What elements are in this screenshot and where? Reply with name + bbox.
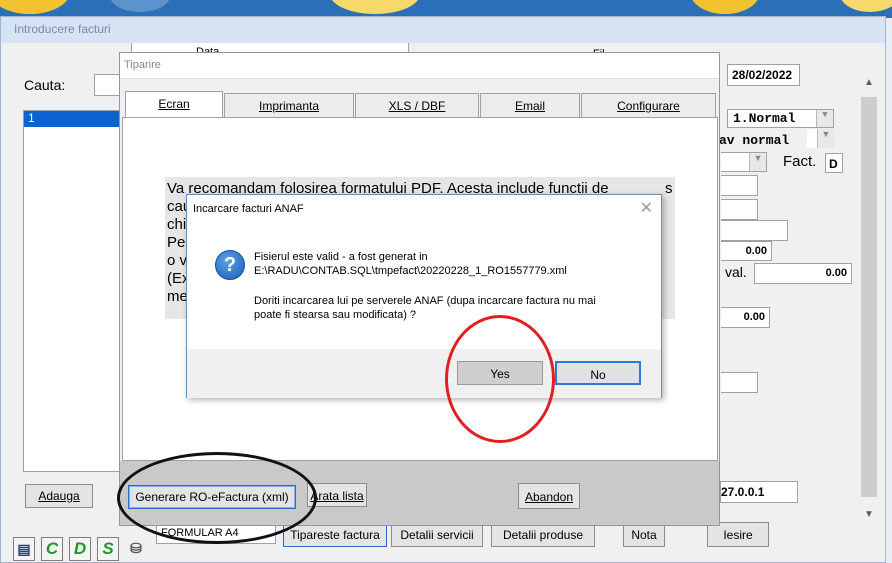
no-button[interactable]: No xyxy=(555,361,641,385)
d-icon[interactable]: D xyxy=(69,537,91,561)
input-field[interactable] xyxy=(721,199,758,220)
background-shape xyxy=(330,0,420,14)
tab-xls-dbf[interactable]: XLS / DBF xyxy=(355,93,479,117)
date-field[interactable]: 28/02/2022 xyxy=(727,64,800,86)
search-label: Cauta: xyxy=(24,77,66,93)
tab-label: XLS / DBF xyxy=(388,99,446,113)
scrollbar-thumb[interactable] xyxy=(861,97,877,497)
question-icon: ? xyxy=(215,250,245,280)
background-shape xyxy=(690,0,760,14)
val-label: val. xyxy=(725,264,747,280)
id-card-icon[interactable]: ▤ xyxy=(13,537,35,561)
val-amount-field[interactable]: 0.00 xyxy=(754,263,852,284)
abandon-button[interactable]: Abandon xyxy=(518,483,580,509)
tab-configurare[interactable]: Configurare xyxy=(581,93,716,117)
c-icon[interactable]: C xyxy=(41,537,63,561)
chevron-down-icon[interactable]: ▼ xyxy=(749,153,766,171)
chevron-down-icon[interactable]: ▼ xyxy=(816,110,833,127)
message-line: poate fi stearsa sau modificata) ? xyxy=(254,309,417,321)
combo-3[interactable]: ▼ xyxy=(721,152,767,172)
input-field[interactable] xyxy=(721,372,758,393)
black-highlight-circle xyxy=(117,452,317,544)
tab-label: Configurare xyxy=(617,99,680,113)
add-button[interactable]: Adauga xyxy=(25,484,93,508)
input-field[interactable] xyxy=(721,175,758,196)
tab-label: Imprimanta xyxy=(258,99,320,113)
message-line: Doriti incarcarea lui pe serverele ANAF … xyxy=(254,295,596,307)
anaf-upload-dialog: Incarcare facturi ANAF ✕ ? Fisierul este… xyxy=(186,194,662,398)
chevron-down-icon[interactable]: ▼ xyxy=(860,509,878,520)
window-title: Introducere facturi xyxy=(1,17,885,43)
tab-imprimanta[interactable]: Imprimanta xyxy=(224,93,354,117)
amount-field[interactable]: 0.00 xyxy=(721,307,770,328)
stamp-icon[interactable]: ⛁ xyxy=(125,537,147,561)
type-combo[interactable]: 1.Normal ▼ xyxy=(727,109,834,128)
dialog-footer: Yes No xyxy=(187,349,661,398)
add-button-label: Adauga xyxy=(38,489,80,503)
close-icon[interactable]: ✕ xyxy=(640,198,653,218)
vertical-scrollbar[interactable]: ▲ ▼ xyxy=(860,75,878,523)
tab-ecran[interactable]: Ecran xyxy=(125,91,223,118)
category-combo-value: av normal xyxy=(719,133,790,148)
print-window-title: Tiparire xyxy=(120,53,719,79)
list-item-selected[interactable]: 1 xyxy=(24,111,122,127)
abandon-label: Abandon xyxy=(524,490,574,504)
show-list-label: Arata lista xyxy=(310,489,364,503)
dialog-title: Incarcare facturi ANAF xyxy=(193,203,304,215)
tab-label: Email xyxy=(514,99,545,113)
amount-field[interactable]: 0.00 xyxy=(721,241,772,261)
chevron-down-icon[interactable]: ▼ xyxy=(817,129,834,148)
tab-label: Ecran xyxy=(158,97,190,111)
s-icon[interactable]: S xyxy=(97,537,119,561)
invoice-list[interactable]: 1 xyxy=(23,110,123,472)
file-path: E:\RADU\CONTAB.SQL\tmpefact\20220228_1_R… xyxy=(254,265,567,277)
background-shape xyxy=(0,0,70,14)
input-field[interactable] xyxy=(721,220,788,241)
fact-label: Fact. xyxy=(783,153,817,170)
info-text-fragment: s xyxy=(665,180,673,197)
background-shape xyxy=(110,0,170,12)
print-tabs: Ecran Imprimanta XLS / DBF Email Configu… xyxy=(122,91,718,118)
dialog-message: Fisierul este valid - a fost generat in … xyxy=(254,250,654,322)
red-highlight-circle xyxy=(445,315,555,443)
background-shape xyxy=(840,0,892,12)
fact-field[interactable]: D xyxy=(825,153,843,173)
tab-email[interactable]: Email xyxy=(480,93,580,117)
message-line: Fisierul este valid - a fost generat in xyxy=(254,251,428,263)
chevron-up-icon[interactable]: ▲ xyxy=(860,77,878,88)
category-combo-arrow[interactable]: ▼ xyxy=(807,129,834,148)
type-combo-value: 1.Normal xyxy=(733,111,796,126)
version-field: 27.0.0.1 xyxy=(720,481,798,503)
